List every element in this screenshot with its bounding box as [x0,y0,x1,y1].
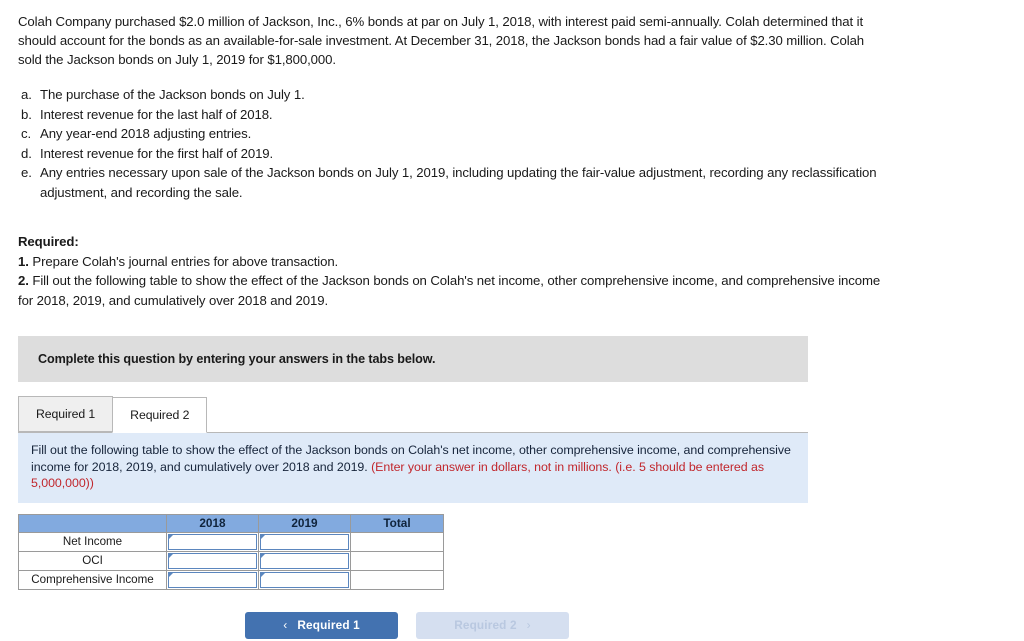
row-label-net-income: Net Income [18,531,167,552]
problem-intro-paragraph: Colah Company purchased $2.0 million of … [18,14,865,67]
tab-required-1-label: Required 1 [36,407,96,421]
prev-required-1-label: Required 1 [297,618,360,632]
cell-oci-total [350,550,444,571]
problem-item-list: a. The purchase of the Jackson bonds on … [18,85,898,202]
table-header-2019: 2019 [258,513,351,533]
required-heading: Required: [18,234,79,249]
tab-required-2-label: Required 2 [130,408,190,422]
table-header-blank [18,513,167,533]
list-item-label: Interest revenue for the last half of 20… [40,106,273,122]
tab-required-2[interactable]: Required 2 [112,397,208,433]
question-page: Colah Company purchased $2.0 million of … [0,0,1024,641]
input-net-income-2019[interactable] [260,533,349,550]
list-item: d. Interest revenue for the first half o… [18,144,898,164]
tab-navigation: ‹ Required 1 Required 2 › [245,611,1024,639]
list-item: e. Any entries necessary upon sale of th… [18,163,898,202]
required-item-1-text: Prepare Colah's journal entries for abov… [32,253,339,269]
next-required-2-button[interactable]: Required 2 › [416,611,569,639]
list-item-marker: a. [21,87,32,102]
tab-required-1[interactable]: Required 1 [18,396,114,432]
required-item-2-number: 2. [18,273,29,288]
chevron-left-icon: ‹ [283,618,288,632]
cell-net-income-2018[interactable] [166,531,259,552]
list-item-marker: e. [21,165,32,180]
table-row: Net Income [18,531,444,552]
instruction-panel: Fill out the following table to show the… [18,433,808,503]
required-item-2-text: Fill out the following table to show the… [18,273,881,308]
next-required-2-label: Required 2 [454,618,517,632]
input-oci-2018[interactable] [168,552,257,569]
required-section: Required: 1. Prepare Colah's journal ent… [18,232,898,310]
cell-comprehensive-income-2019[interactable] [258,569,351,590]
table-header-2018: 2018 [166,513,259,533]
cell-oci-2018[interactable] [166,550,259,571]
list-item-label: Any entries necessary upon sale of the J… [40,165,877,200]
chevron-right-icon: › [526,618,531,632]
input-net-income-2018[interactable] [168,533,257,550]
required-item-2: 2. Fill out the following table to show … [18,271,898,310]
list-item-label: Any year-end 2018 adjusting entries. [40,126,252,141]
list-item-label: Interest revenue for the first half of 2… [40,145,274,161]
input-oci-2019[interactable] [260,552,349,569]
table-header-row: 2018 2019 Total [18,513,444,533]
list-item-marker: c. [21,126,32,141]
tab-strip: Required 1 Required 2 [18,396,808,433]
prev-required-1-button[interactable]: ‹ Required 1 [245,611,398,639]
required-item-1: 1. Prepare Colah's journal entries for a… [18,252,898,272]
list-item-marker: d. [21,145,32,161]
complete-question-text: Complete this question by entering your … [38,352,436,366]
cell-comprehensive-income-total [350,569,444,590]
input-comprehensive-income-2018[interactable] [168,571,257,588]
row-label-oci: OCI [18,550,167,571]
list-item: a. The purchase of the Jackson bonds on … [18,85,898,105]
table-row: Comprehensive Income [18,569,444,590]
table-header-total: Total [350,513,444,533]
cell-net-income-2019[interactable] [258,531,351,552]
list-item-label: The purchase of the Jackson bonds on Jul… [40,87,305,102]
cell-net-income-total [350,531,444,552]
table-row: OCI [18,550,444,571]
row-label-comprehensive-income: Comprehensive Income [18,569,167,590]
effects-table: 2018 2019 Total Net Income OCI Comprehen… [18,513,444,590]
complete-question-banner: Complete this question by entering your … [18,336,808,382]
required-item-1-number: 1. [18,253,29,269]
list-item: c. Any year-end 2018 adjusting entries. [18,124,898,144]
cell-comprehensive-income-2018[interactable] [166,569,259,590]
cell-oci-2019[interactable] [258,550,351,571]
list-item: b. Interest revenue for the last half of… [18,105,898,125]
input-comprehensive-income-2019[interactable] [260,571,349,588]
list-item-marker: b. [21,106,32,122]
